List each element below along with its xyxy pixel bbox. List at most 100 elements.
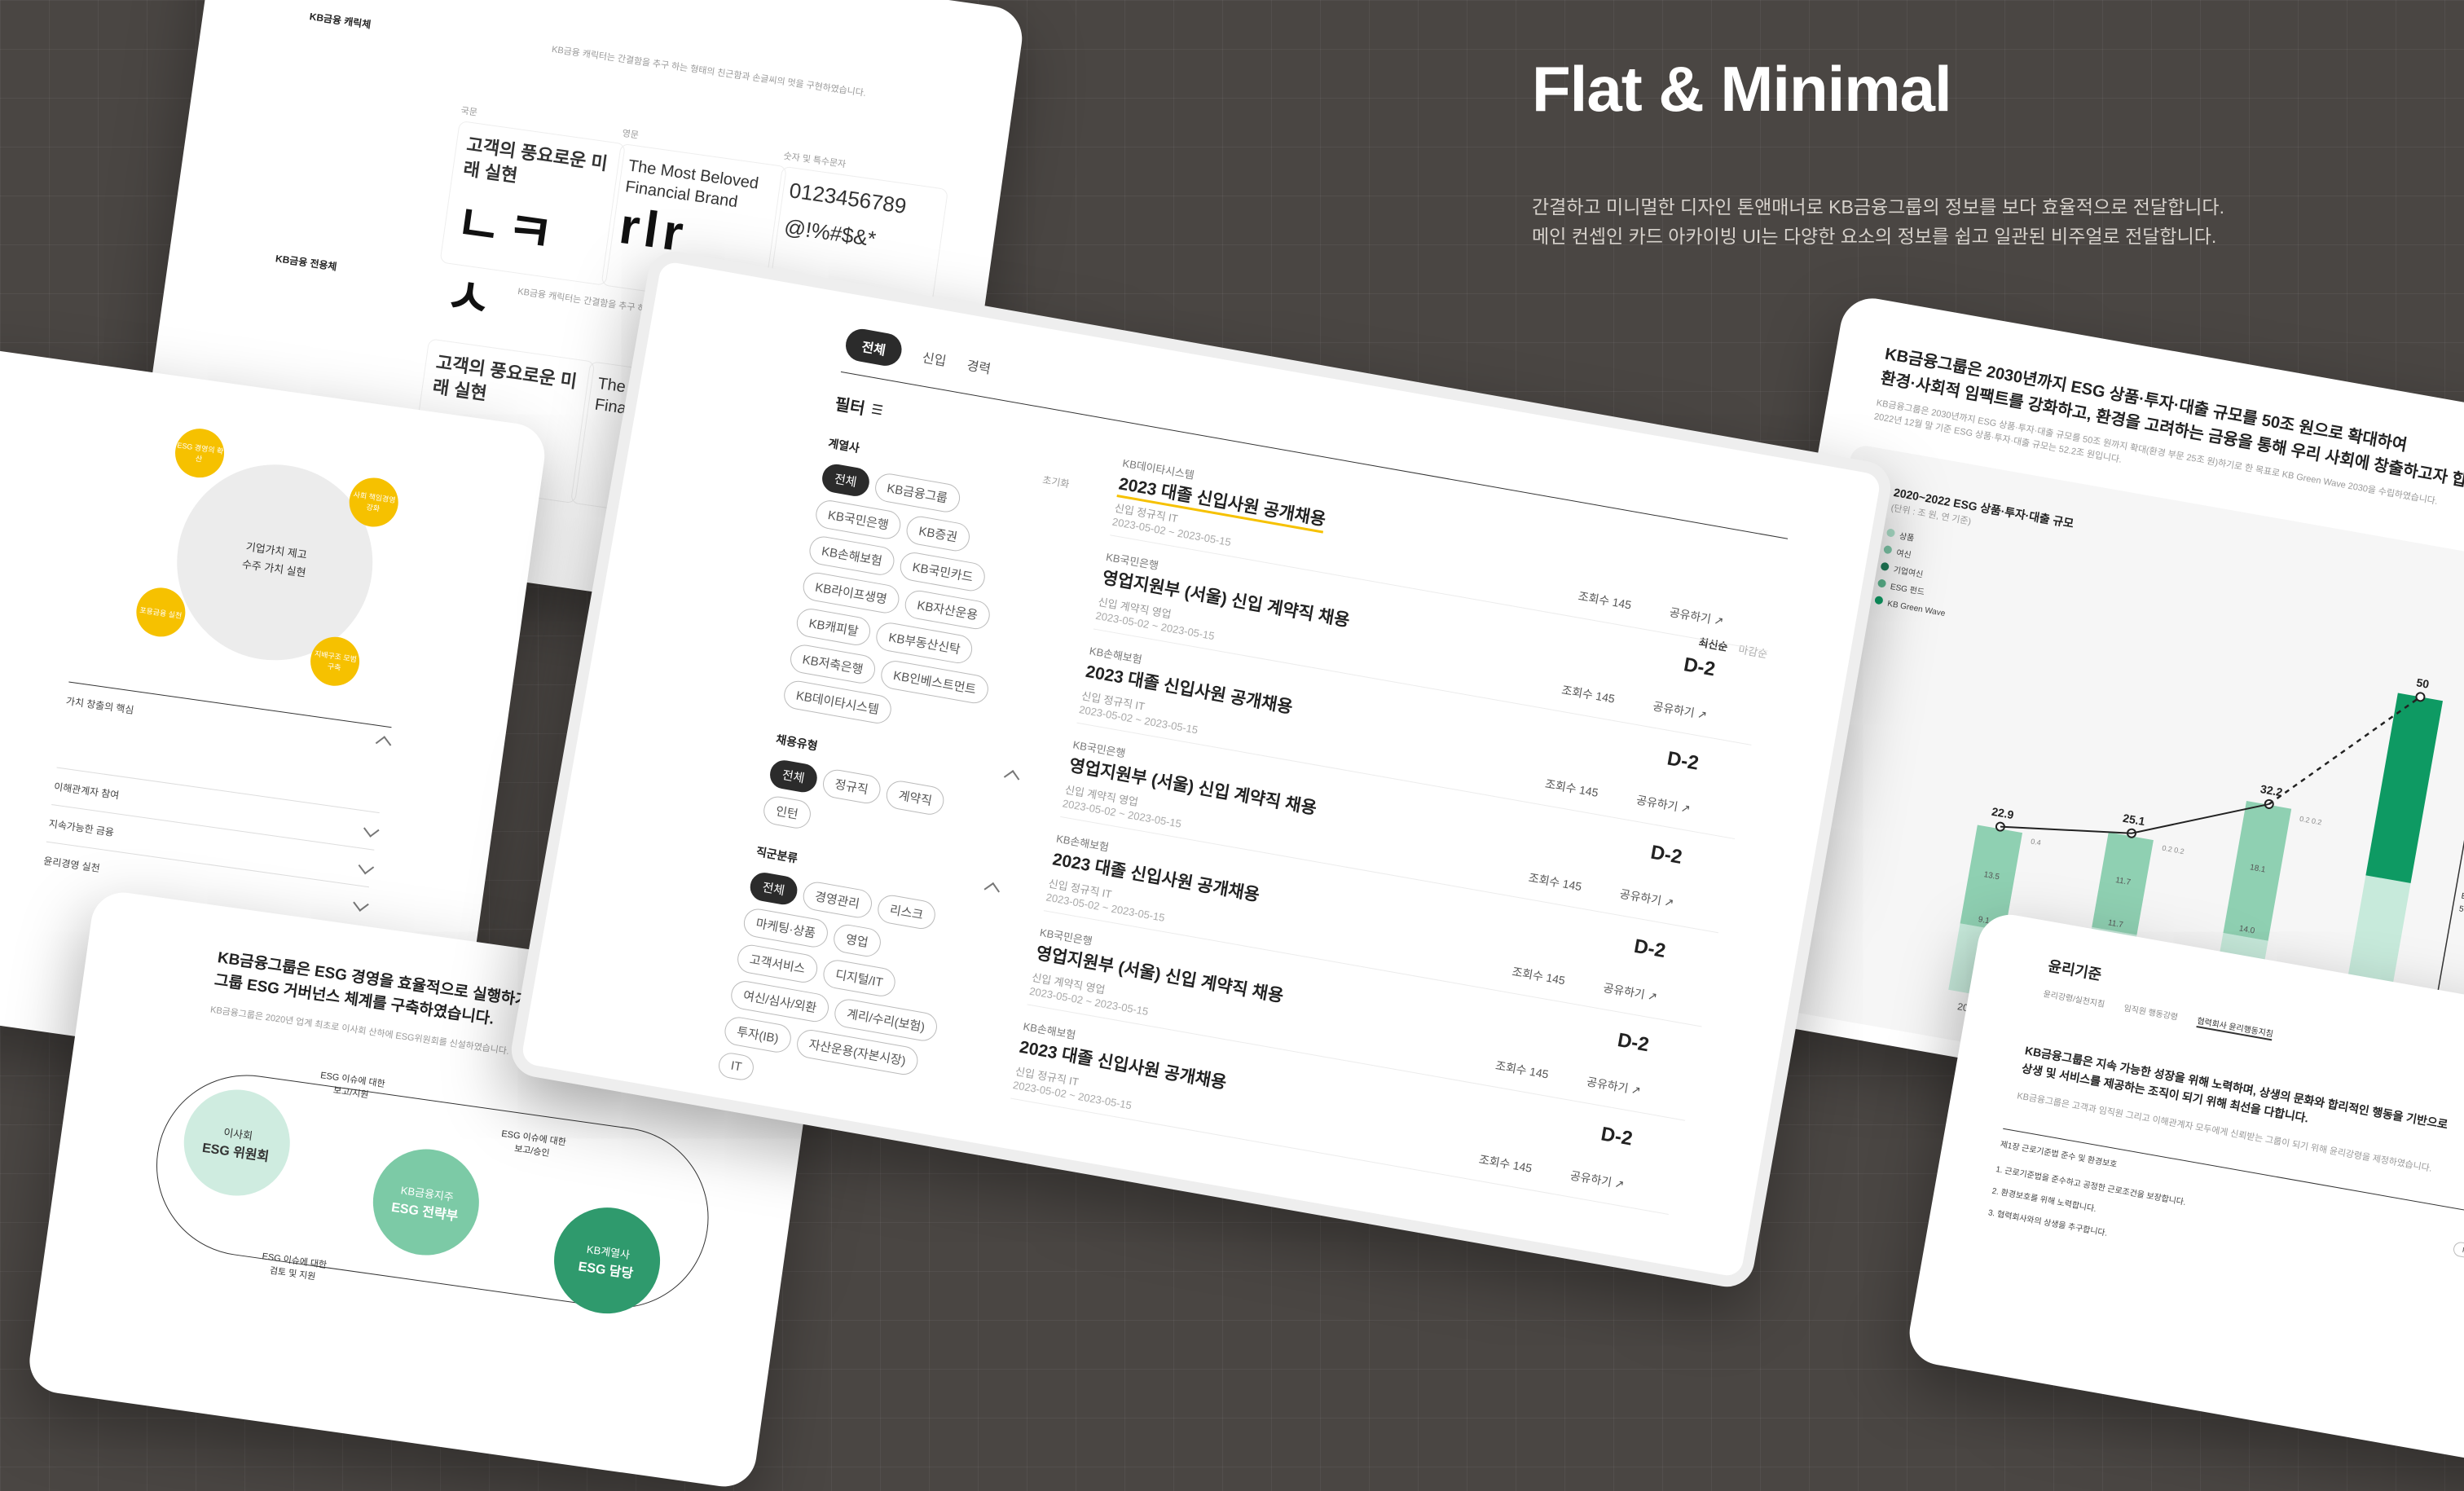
tab-all[interactable]: 전체	[843, 326, 905, 369]
job-list: 최신순 마감순 KB데이타시스템 2023 대졸 신입사원 공개채용 신입 정규직 …	[1010, 441, 1784, 1215]
filter-chip[interactable]: 인턴	[761, 794, 813, 831]
filter-group-type: 채용유형	[775, 732, 819, 753]
filter-title: 필터	[834, 395, 867, 419]
filter-reset-button[interactable]: 초기화	[1041, 473, 1071, 493]
filter-chip[interactable]: 디지털/IT	[821, 957, 898, 999]
filter-job-options: 전체경영관리리스크마케팅·상품영업고객서비스디지털/IT여신/심사/외환계리/수…	[715, 870, 978, 1124]
share-button[interactable]: 공유하기 ↗	[1569, 1167, 1626, 1192]
filter-group-affiliate: 계열사	[827, 436, 861, 455]
filter-chip[interactable]: KB금융그룹	[872, 471, 962, 515]
filter-chip[interactable]: 경영관리	[800, 879, 874, 921]
value-accordion-label: 윤리경영 실천	[42, 855, 101, 874]
filter-chip[interactable]: KB부동산신탁	[874, 620, 975, 666]
external-link-icon: ↗	[1693, 706, 1709, 722]
filter-chip[interactable]: 영업	[831, 922, 883, 959]
share-label: 공유하기	[1652, 699, 1696, 719]
brand-korean-sample-box: 고객의 풍요로운 미래 실현 ㄴㅋㅅ	[439, 120, 626, 330]
hero-desc-line-2: 메인 컨셉인 카드 아카이빙 UI는 다양한 요소의 정보를 쉽고 일관된 비주…	[1532, 226, 2217, 247]
share-label: 공유하기	[1586, 1075, 1630, 1095]
bar-segment-green-wave	[2365, 693, 2444, 884]
external-link-icon: ↗	[1610, 1176, 1626, 1191]
legend-label: ESG 펀드	[1890, 582, 1925, 598]
ethics-tab-1[interactable]: 윤리강령/실천지침	[2042, 987, 2105, 1011]
ethics-tab-3[interactable]: 협력회사 윤리행동지침	[2196, 1014, 2275, 1041]
job-dday-badge: D-2	[1682, 653, 1718, 681]
value-bubble-1: ESG 경영의 확산	[172, 425, 227, 482]
job-view-count: 조회수 145	[1527, 870, 1583, 894]
ethics-tabs: 윤리강령/실천지침 임직원 행동강령 협력회사 윤리행동지침	[2042, 987, 2275, 1041]
legend-swatch	[1885, 528, 1896, 538]
legend-label: 기업여신	[1892, 565, 1924, 580]
chevron-down-icon	[353, 895, 369, 912]
share-button[interactable]: 공유하기 ↗	[1602, 979, 1659, 1005]
filter-chip[interactable]: KB저축은행	[788, 642, 878, 686]
legend-label: 여신	[1895, 548, 1912, 561]
target-note-2: 50조원 까지 확대	[2458, 904, 2464, 923]
job-view-count: 조회수 145	[1577, 589, 1633, 612]
external-link-icon: ↗	[1709, 613, 1725, 628]
share-label: 공유하기	[1635, 793, 1679, 814]
filter-chip[interactable]: 마케팅·상품	[741, 906, 830, 950]
brand-section-title-1: KB금융 캐릭체	[308, 11, 372, 31]
filter-chip[interactable]: IT	[716, 1050, 756, 1083]
filter-chip[interactable]: 전체	[768, 758, 820, 794]
legend-swatch	[1883, 544, 1893, 555]
external-link-icon: ↗	[1660, 894, 1675, 910]
brand-label-korean: 국문	[460, 106, 478, 118]
filter-chip[interactable]: 정규직	[820, 767, 883, 806]
filter-chip[interactable]: KB자산운용	[902, 588, 992, 631]
bar-total-label: 25.1	[2122, 811, 2146, 829]
filter-chip[interactable]: KB캐피탈	[794, 606, 873, 648]
brand-korean-sample-2: 고객의 풍요로운 미래 실현	[431, 351, 579, 404]
job-dday-badge: D-2	[1648, 841, 1684, 869]
external-link-icon: ↗	[1626, 1082, 1643, 1097]
value-accordion-label: 이해관계자 참여	[53, 781, 121, 802]
share-label: 공유하기	[1668, 605, 1713, 626]
job-items: KB데이타시스템 2023 대졸 신입사원 공개채용 신입 정규직 IT 2023-0…	[1010, 441, 1784, 1215]
job-view-count: 조회수 145	[1511, 965, 1567, 987]
value-accordion-label: 지속가능한 금융	[47, 817, 115, 838]
filter-chip[interactable]: KB국민카드	[898, 550, 988, 594]
filter-icon: ☰	[869, 402, 885, 418]
filter-chip[interactable]: KB국민은행	[813, 498, 904, 542]
value-accordion-label: 가치 창출의 핵심	[65, 695, 135, 716]
ethics-tab-2[interactable]: 임직원 행동강령	[2123, 1001, 2179, 1023]
external-link-icon: ↗	[1643, 987, 1659, 1004]
filter-chip[interactable]: KB데이타시스템	[781, 679, 894, 726]
brand-desc-1: KB금융 캐릭터는 간결함을 추구 하는 형태의 친근함과 손글씨의 멋을 구현…	[551, 44, 867, 99]
hero-title: Flat & Minimal	[1532, 53, 1952, 125]
hero-desc-line-1: 간결하고 미니멀한 디자인 톤앤매너로 KB금융그룹의 정보를 보다 효율적으로…	[1532, 196, 2224, 218]
bar-total-label: 50	[2415, 675, 2430, 690]
share-button[interactable]: 공유하기 ↗	[1618, 886, 1675, 911]
brand-label-english: 영문	[621, 128, 640, 141]
filter-chip[interactable]: 전체	[820, 462, 872, 499]
hero-description: 간결하고 미니멀한 디자인 톤앤매너로 KB금융그룹의 정보를 보다 효율적으로…	[1532, 192, 2224, 251]
value-bubble-3: 포용금융 실천	[133, 584, 189, 640]
share-label: 공유하기	[1602, 980, 1646, 1001]
share-button[interactable]: 공유하기 ↗	[1668, 604, 1725, 629]
filter-chip[interactable]: KB인베스트먼트	[878, 658, 991, 706]
brand-number-sample: 0123456789	[787, 178, 909, 219]
share-button[interactable]: 공유하기 ↗	[1652, 697, 1709, 723]
tab-experienced[interactable]: 경력	[966, 354, 992, 378]
job-dday-badge: D-2	[1665, 747, 1701, 775]
chevron-down-icon	[358, 858, 375, 875]
filter-chip[interactable]: 전체	[747, 870, 799, 907]
share-button[interactable]: 공유하기 ↗	[1586, 1073, 1643, 1098]
filter-chip[interactable]: 투자(IB)	[722, 1014, 794, 1055]
share-button[interactable]: 공유하기 ↗	[1635, 792, 1692, 817]
job-view-count: 조회수 145	[1477, 1152, 1533, 1175]
bar-total-label: 22.9	[1991, 805, 2015, 822]
share-label: 공유하기	[1618, 886, 1663, 908]
filter-affiliate-options: 전체KB금융그룹KB국민은행KB증권KB손해보험KB국민카드KB라이프생명KB자…	[781, 462, 1049, 754]
share-label: 공유하기	[1569, 1168, 1613, 1190]
filter-chip[interactable]: KB손해보험	[807, 534, 897, 578]
filter-chip[interactable]: 계약직	[884, 778, 947, 817]
legend-swatch	[1877, 578, 1887, 588]
filter-chip[interactable]: 고객서비스	[735, 943, 820, 985]
tab-new[interactable]: 신입	[921, 346, 948, 370]
filter-chip[interactable]: KB라이프생명	[800, 570, 902, 616]
filter-chip[interactable]: 리스크	[875, 892, 938, 931]
chevron-down-icon	[363, 821, 380, 838]
filter-chip[interactable]: KB증권	[904, 514, 972, 554]
